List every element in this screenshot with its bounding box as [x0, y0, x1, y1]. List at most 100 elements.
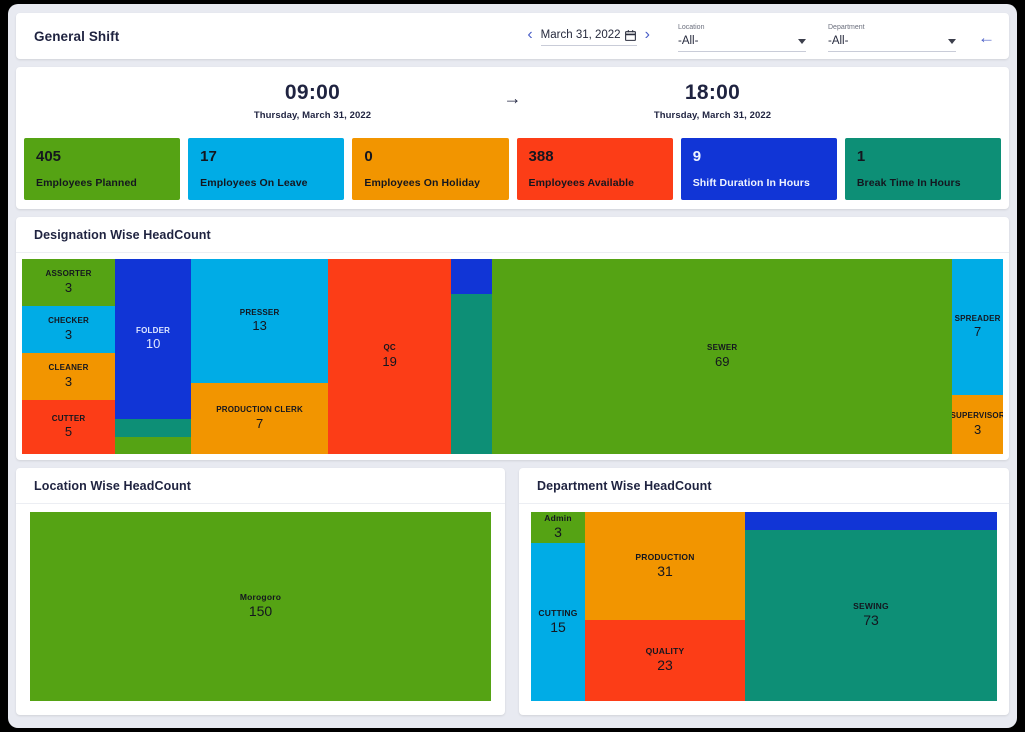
kpi-label: Shift Duration In Hours [692, 176, 810, 189]
treemap-tile-value: 23 [657, 657, 673, 674]
kpi-label: Employees On Leave [200, 176, 308, 189]
next-date-button[interactable]: › [639, 27, 656, 43]
treemap-tile[interactable] [115, 418, 192, 437]
shift-end-date: Thursday, March 31, 2022 [653, 109, 772, 121]
kpi-card: 388 Employees Available [516, 138, 673, 200]
treemap-tile-value: 19 [382, 353, 397, 369]
treemap-tile-label: SEWING [853, 601, 889, 612]
treemap-tile[interactable]: PRODUCTION CLERK 7 [191, 383, 329, 454]
treemap-tile-label: PRESSER [239, 307, 280, 317]
shift-end: 18:00 Thursday, March 31, 2022 [573, 81, 853, 120]
treemap-tile-label: CUTTING [538, 607, 578, 618]
department-headcount-card: Department Wise HeadCount Admin 3 CUTTING 1… [519, 468, 1009, 715]
chevron-down-icon[interactable] [948, 38, 956, 44]
department-treemap[interactable]: Admin 3 CUTTING 15 PRODUCTION 31 QUALITY 23 SEWI… [531, 512, 997, 701]
kpi-value: 1 [856, 148, 866, 165]
back-arrow-icon[interactable]: ← [978, 29, 995, 46]
treemap-tile-label: SUPERVISOR [952, 411, 1003, 421]
date-picker-value: March 31, 2022 [540, 29, 621, 41]
department-filter[interactable]: Department -All- [828, 24, 956, 52]
treemap-tile[interactable]: Morogoro 150 [30, 512, 491, 701]
chevron-down-icon[interactable] [798, 38, 806, 44]
shift-end-time: 18:00 [684, 81, 741, 105]
treemap-tile-value: 3 [64, 326, 73, 342]
kpi-card-row: 405 Employees Planned 17 Employees On Leave… [24, 138, 1002, 200]
designation-card-header: Designation Wise HeadCount [16, 217, 1009, 253]
treemap-tile-value: 7 [256, 415, 264, 431]
treemap-tile-value: 150 [248, 603, 273, 620]
page-title: General Shift [34, 28, 120, 44]
designation-headcount-card: Designation Wise HeadCount ASSORTER 3 CHEC… [16, 217, 1009, 460]
treemap-tile-value: 73 [863, 612, 879, 629]
location-treemap[interactable]: Morogoro 150 [30, 512, 491, 701]
department-filter-label: Department [828, 24, 865, 31]
treemap-tile[interactable]: SUPERVISOR 3 [952, 394, 1003, 454]
treemap-tile[interactable]: QC 19 [328, 259, 452, 454]
treemap-tile[interactable]: SPREADER 7 [952, 259, 1003, 395]
treemap-tile[interactable] [451, 259, 493, 294]
treemap-tile-label: SEWER [707, 343, 738, 353]
location-filter-label: Location [678, 24, 705, 31]
kpi-label: Break Time In Hours [856, 176, 961, 189]
shift-start-time: 09:00 [284, 81, 341, 105]
treemap-tile[interactable] [451, 294, 493, 454]
kpi-value: 388 [528, 148, 554, 165]
treemap-tile-label: PRODUCTION [635, 551, 695, 562]
shift-summary-panel: 09:00 Thursday, March 31, 2022 → 18:00 T… [16, 67, 1009, 209]
treemap-tile[interactable]: QUALITY 23 [585, 619, 745, 701]
prev-date-button[interactable]: ‹ [521, 27, 538, 43]
location-card-title: Location Wise HeadCount [34, 478, 192, 493]
treemap-tile[interactable]: CUTTER 5 [22, 400, 116, 454]
treemap-tile-value: 31 [657, 562, 673, 579]
treemap-tile[interactable]: SEWING 73 [744, 529, 997, 701]
top-toolbar: General Shift ‹ March 31, 2022 › Locatio… [16, 13, 1009, 59]
treemap-tile-label: CLEANER [48, 363, 89, 373]
treemap-tile[interactable]: PRODUCTION 31 [585, 512, 745, 620]
kpi-value: 405 [36, 148, 62, 165]
date-picker[interactable]: March 31, 2022 [540, 29, 637, 46]
treemap-tile[interactable] [115, 436, 192, 454]
treemap-tile-value: 3 [554, 524, 562, 541]
treemap-tile[interactable]: CLEANER 3 [22, 353, 116, 400]
treemap-tile[interactable]: CUTTING 15 [531, 542, 585, 701]
treemap-tile-value: 10 [145, 336, 161, 352]
treemap-tile[interactable]: Admin 3 [531, 512, 585, 543]
designation-treemap[interactable]: ASSORTER 3 CHECKER 3 CLEANER 3 CUTTER 5 FOLDER 10… [22, 259, 1003, 454]
kpi-value: 0 [364, 148, 373, 165]
department-card-title: Department Wise HeadCount [537, 478, 712, 493]
shift-start: 09:00 Thursday, March 31, 2022 [173, 81, 453, 120]
treemap-tile[interactable]: ASSORTER 3 [22, 259, 116, 306]
treemap-tile-value: 69 [714, 353, 730, 369]
location-headcount-card: Location Wise HeadCount Morogoro 150 [16, 468, 505, 715]
kpi-value: 17 [200, 148, 217, 165]
department-filter-value: -All- [828, 35, 849, 47]
department-card-header: Department Wise HeadCount [519, 468, 1009, 504]
designation-card-title: Designation Wise HeadCount [34, 227, 211, 242]
location-filter-value: -All- [678, 35, 699, 47]
treemap-tile[interactable] [744, 512, 997, 530]
treemap-tile[interactable]: FOLDER 10 [115, 259, 192, 419]
treemap-tile-label: ASSORTER [45, 269, 92, 279]
treemap-tile-label: QC [383, 343, 396, 353]
calendar-icon[interactable] [624, 29, 637, 42]
location-filter[interactable]: Location -All- [678, 24, 806, 52]
treemap-tile[interactable]: SEWER 69 [492, 259, 953, 454]
department-filter-control[interactable]: -All- [828, 35, 956, 52]
kpi-value: 9 [692, 148, 702, 165]
location-filter-control[interactable]: -All- [678, 35, 806, 52]
treemap-tile-value: 3 [974, 421, 982, 437]
toolbar-controls: ‹ March 31, 2022 › Location -All- Depart… [521, 13, 995, 59]
treemap-tile-value: 13 [252, 318, 267, 334]
treemap-tile-value: 7 [974, 324, 982, 340]
kpi-card: 405 Employees Planned [24, 138, 181, 200]
treemap-tile[interactable]: PRESSER 13 [191, 259, 329, 383]
treemap-tile-label: PRODUCTION CLERK [216, 405, 303, 415]
kpi-card: 1 Break Time In Hours [844, 138, 1002, 200]
kpi-label: Employees On Holiday [364, 176, 481, 189]
treemap-tile-value: 5 [64, 424, 73, 440]
treemap-tile[interactable]: CHECKER 3 [22, 305, 116, 353]
treemap-tile-label: CHECKER [48, 316, 90, 326]
location-card-header: Location Wise HeadCount [16, 468, 505, 504]
kpi-label: Employees Planned [36, 176, 137, 189]
dashboard-app-frame: General Shift ‹ March 31, 2022 › Locatio… [8, 4, 1017, 728]
